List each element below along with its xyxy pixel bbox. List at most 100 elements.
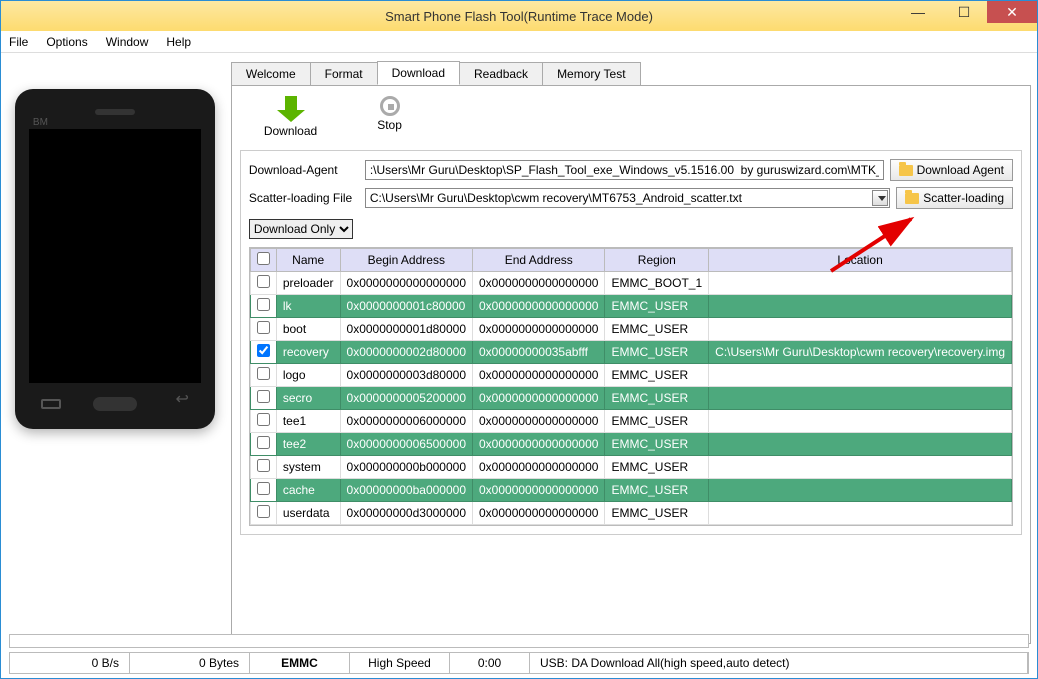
row-checkbox[interactable] (257, 482, 270, 495)
stop-icon (380, 96, 400, 116)
cell-begin: 0x0000000005200000 (340, 387, 472, 410)
download-button[interactable]: Download (264, 96, 317, 138)
cell-name: tee2 (276, 433, 340, 456)
row-checkbox[interactable] (257, 344, 270, 357)
cell-region: EMMC_BOOT_1 (605, 272, 709, 295)
scatter-file-label: Scatter-loading File (249, 191, 359, 205)
cell-begin: 0x00000000d3000000 (340, 502, 472, 525)
tab-download[interactable]: Download (377, 61, 460, 85)
row-checkbox[interactable] (257, 413, 270, 426)
menubar: File Options Window Help (1, 31, 1037, 53)
cell-region: EMMC_USER (605, 502, 709, 525)
table-row[interactable]: boot0x0000000001d800000x0000000000000000… (250, 318, 1011, 341)
table-row[interactable]: lk0x0000000001c800000x0000000000000000EM… (250, 295, 1011, 318)
download-agent-input[interactable] (365, 160, 884, 180)
download-agent-button[interactable]: Download Agent (890, 159, 1013, 181)
close-button[interactable]: ✕ (987, 1, 1037, 23)
cell-end: 0x0000000000000000 (473, 272, 605, 295)
partition-grid[interactable]: Name Begin Address End Address Region Lo… (249, 247, 1013, 526)
cell-location (709, 387, 1012, 410)
cell-begin: 0x0000000006000000 (340, 410, 472, 433)
download-arrow-icon (277, 96, 305, 122)
minimize-button[interactable]: — (895, 1, 941, 23)
table-row[interactable]: logo0x0000000003d800000x0000000000000000… (250, 364, 1011, 387)
menu-file[interactable]: File (9, 35, 28, 49)
cell-begin: 0x0000000001c80000 (340, 295, 472, 318)
table-row[interactable]: userdata0x00000000d30000000x000000000000… (250, 502, 1011, 525)
menu-help[interactable]: Help (166, 35, 191, 49)
menu-options[interactable]: Options (46, 35, 87, 49)
cell-end: 0x0000000000000000 (473, 502, 605, 525)
row-checkbox[interactable] (257, 390, 270, 403)
menu-window[interactable]: Window (106, 35, 149, 49)
cell-region: EMMC_USER (605, 295, 709, 318)
cell-name: system (276, 456, 340, 479)
stop-button[interactable]: Stop (377, 96, 402, 138)
row-checkbox[interactable] (257, 321, 270, 334)
table-row[interactable]: preloader0x00000000000000000x00000000000… (250, 272, 1011, 295)
tab-welcome[interactable]: Welcome (231, 62, 311, 85)
row-checkbox[interactable] (257, 275, 270, 288)
cell-region: EMMC_USER (605, 364, 709, 387)
col-begin[interactable]: Begin Address (340, 249, 472, 272)
scatter-file-input[interactable] (365, 188, 890, 208)
cell-name: recovery (276, 341, 340, 364)
cell-region: EMMC_USER (605, 341, 709, 364)
file-fields: Download-Agent Download Agent Scatter-lo… (240, 150, 1022, 535)
scatter-dropdown-icon[interactable] (872, 190, 888, 206)
table-row[interactable]: system0x000000000b0000000x00000000000000… (250, 456, 1011, 479)
table-row[interactable]: tee10x00000000060000000x0000000000000000… (250, 410, 1011, 433)
col-end[interactable]: End Address (473, 249, 605, 272)
col-region[interactable]: Region (605, 249, 709, 272)
status-time: 0:00 (450, 653, 530, 673)
status-usb: USB: DA Download All(high speed,auto det… (530, 653, 1028, 673)
titlebar[interactable]: Smart Phone Flash Tool(Runtime Trace Mod… (1, 1, 1037, 31)
cell-end: 0x0000000000000000 (473, 295, 605, 318)
tab-memory-test[interactable]: Memory Test (542, 62, 640, 85)
download-panel: Download Stop Download-Agent Download Ag… (231, 85, 1031, 644)
folder-icon (905, 193, 919, 204)
download-mode-select[interactable]: Download Only (249, 219, 353, 239)
cell-region: EMMC_USER (605, 410, 709, 433)
status-speed: High Speed (350, 653, 450, 673)
cell-region: EMMC_USER (605, 318, 709, 341)
maximize-button[interactable]: ☐ (941, 1, 987, 23)
cell-region: EMMC_USER (605, 479, 709, 502)
col-location[interactable]: Location (709, 249, 1012, 272)
cell-begin: 0x000000000b000000 (340, 456, 472, 479)
cell-name: preloader (276, 272, 340, 295)
cell-region: EMMC_USER (605, 387, 709, 410)
download-agent-label: Download-Agent (249, 163, 359, 177)
tab-readback[interactable]: Readback (459, 62, 543, 85)
cell-location (709, 456, 1012, 479)
row-checkbox[interactable] (257, 459, 270, 472)
scatter-loading-button[interactable]: Scatter-loading (896, 187, 1013, 209)
device-screen (29, 129, 201, 383)
cell-begin: 0x0000000003d80000 (340, 364, 472, 387)
table-row[interactable]: cache0x00000000ba0000000x000000000000000… (250, 479, 1011, 502)
col-name[interactable]: Name (276, 249, 340, 272)
row-checkbox[interactable] (257, 505, 270, 518)
cell-end: 0x0000000000000000 (473, 479, 605, 502)
table-row[interactable]: recovery0x0000000002d800000x00000000035a… (250, 341, 1011, 364)
table-row[interactable]: tee20x00000000065000000x0000000000000000… (250, 433, 1011, 456)
cell-end: 0x0000000000000000 (473, 433, 605, 456)
app-window: Smart Phone Flash Tool(Runtime Trace Mod… (0, 0, 1038, 679)
cell-begin: 0x0000000001d80000 (340, 318, 472, 341)
header-checkbox[interactable] (257, 252, 270, 265)
window-title: Smart Phone Flash Tool(Runtime Trace Mod… (385, 9, 653, 24)
cell-begin: 0x00000000ba000000 (340, 479, 472, 502)
cell-end: 0x0000000000000000 (473, 318, 605, 341)
device-menu-icon (41, 399, 61, 409)
row-checkbox[interactable] (257, 436, 270, 449)
cell-name: tee1 (276, 410, 340, 433)
device-back-icon: ↩ (176, 389, 189, 409)
cell-location (709, 410, 1012, 433)
cell-begin: 0x0000000006500000 (340, 433, 472, 456)
row-checkbox[interactable] (257, 367, 270, 380)
table-row[interactable]: secro0x00000000052000000x000000000000000… (250, 387, 1011, 410)
status-bytes: 0 Bytes (130, 653, 250, 673)
row-checkbox[interactable] (257, 298, 270, 311)
status-rate: 0 B/s (10, 653, 130, 673)
tab-format[interactable]: Format (310, 62, 378, 85)
